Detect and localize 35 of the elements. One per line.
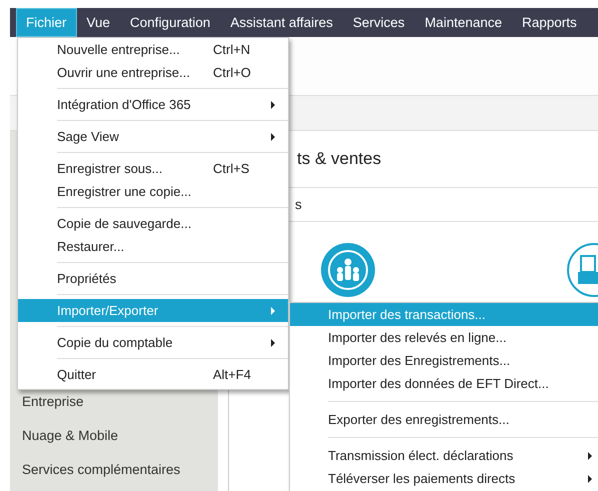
submenu-arrow-icon [271,306,275,314]
menu-tab[interactable]: Services [342,8,415,37]
menu-item[interactable]: Quitter Alt+F4 [18,363,288,386]
menu-item[interactable]: Copie de sauvegarde... [18,212,288,235]
menu-item[interactable]: Enregistrer une copie... [18,180,288,203]
sidebar-item[interactable]: Services complémentaires [10,453,218,487]
menu-item[interactable]: Ouvrir une entreprise... Ctrl+O [18,61,288,84]
menu-tab[interactable]: Configuration [120,8,220,37]
menu-item[interactable]: Intégration d'Office 365 [18,93,288,116]
menu-item[interactable]: Téléverser les paiements directs [290,467,598,490]
section-title: ts & ventes [297,149,382,169]
menu-tab[interactable]: Maintenance [414,8,512,37]
menu-item[interactable]: Importer des Enregistrements... [290,349,598,372]
menu-tab[interactable]: Assistant affaires [220,8,343,37]
folder-icon[interactable] [566,242,598,298]
menu-item[interactable]: Nouvelle entreprise... Ctrl+N [18,38,288,61]
menu-item[interactable]: Exporter des enregistrements... [290,408,598,431]
menu-item[interactable]: Sage View [18,125,288,148]
menu-item[interactable]: Transmission élect. déclarations [290,444,598,467]
menu-item[interactable]: Importer des relevés en ligne... [290,326,598,349]
sidebar-item[interactable]: Nuage & Mobile [10,419,218,453]
menu-item[interactable]: Importer des données de EFT Direct... [290,372,598,395]
submenu-arrow-icon [271,100,275,108]
menu-item[interactable]: Enregistrer sous... Ctrl+S [18,157,288,180]
menu-item[interactable]: Propriétés [18,267,288,290]
submenu-arrow-icon [588,474,592,482]
section-tab[interactable]: s [295,197,302,212]
submenu-arrow-icon [271,132,275,140]
submenu-arrow-icon [271,338,275,346]
people-icon[interactable] [320,242,376,298]
menu-tab[interactable]: Vue [76,8,120,37]
menu-item[interactable]: Copie du comptable [18,331,288,354]
submenu-arrow-icon [588,452,592,460]
menu-item[interactable]: Restaurer... [18,235,288,258]
menu-tab[interactable]: Rapports [512,8,587,37]
